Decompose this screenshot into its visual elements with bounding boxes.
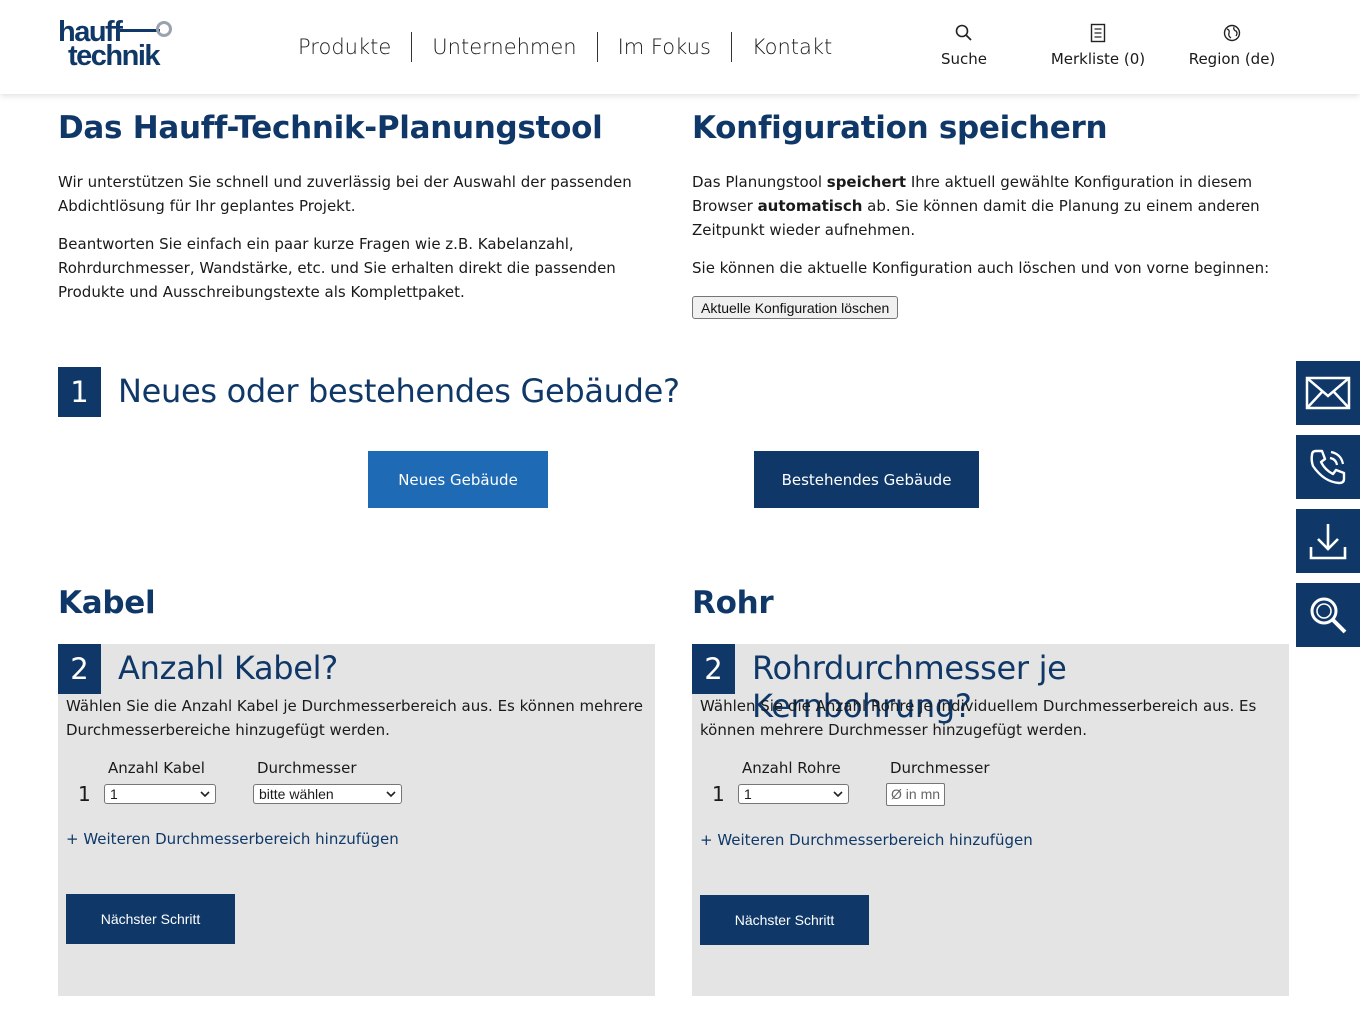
intro-paragraph-2: Beantworten Sie einfach ein paar kurze F… xyxy=(58,235,616,301)
list-icon xyxy=(1090,22,1106,44)
nav-item-im-fokus[interactable]: Im Fokus xyxy=(598,30,731,64)
download-icon xyxy=(1309,524,1347,560)
globe-icon xyxy=(1223,22,1241,44)
kabel-diameter-select[interactable]: bitte wählen xyxy=(253,784,402,804)
envelope-icon xyxy=(1305,376,1351,410)
rohr-description: Wählen Sie die Anzahl Rohre je individue… xyxy=(700,697,1257,739)
config-title: Konfiguration speichern xyxy=(692,110,1108,146)
side-search[interactable] xyxy=(1296,583,1360,647)
kabel-add-diameter-link[interactable]: + Weiteren Durchmesserbereich hinzufügen xyxy=(66,830,399,848)
existing-building-button[interactable]: Bestehendes Gebäude xyxy=(754,451,979,508)
rohr-diameter-label: Durchmesser xyxy=(890,759,990,777)
phone-icon xyxy=(1310,449,1346,485)
kabel-step-title: Anzahl Kabel? xyxy=(118,649,338,687)
rohr-count-label: Anzahl Rohre xyxy=(742,759,841,777)
rohr-next-step-button[interactable]: Nächster Schritt xyxy=(700,895,869,945)
rohr-diameter-input[interactable]: Ø in mn xyxy=(886,783,945,806)
search-tool[interactable]: Suche xyxy=(933,22,995,68)
region-tool[interactable]: Region (de) xyxy=(1186,22,1278,68)
step-1-number: 1 xyxy=(58,367,101,417)
kabel-heading: Kabel xyxy=(58,585,156,621)
config-paragraph-1: Das Planungstool speichert Ihre aktuell … xyxy=(692,173,1260,239)
hauff-technik-logo[interactable]: hauff technik xyxy=(58,18,198,72)
chevron-down-icon xyxy=(833,791,843,798)
watchlist-tool[interactable]: Merkliste (0) xyxy=(1048,22,1148,68)
main-nav: Produkte Unternehmen Im Fokus Kontakt xyxy=(278,30,852,64)
clear-configuration-button[interactable]: Aktuelle Konfiguration löschen xyxy=(692,296,899,319)
rohr-add-diameter-link[interactable]: + Weiteren Durchmesserbereich hinzufügen xyxy=(700,831,1033,849)
side-contact-phone[interactable] xyxy=(1296,435,1360,499)
rohr-step-number: 2 xyxy=(692,644,735,694)
search-icon xyxy=(954,22,974,44)
nav-item-kontakt[interactable]: Kontakt xyxy=(732,30,852,64)
kabel-count-select[interactable]: 1 xyxy=(104,784,216,804)
chevron-down-icon xyxy=(386,791,396,798)
kabel-next-step-button[interactable]: Nächster Schritt xyxy=(66,894,235,944)
nav-item-produkte[interactable]: Produkte xyxy=(278,30,411,64)
step-1-title: Neues oder bestehendes Gebäude? xyxy=(118,372,680,410)
kabel-diameter-label: Durchmesser xyxy=(257,759,357,777)
kabel-count-label: Anzahl Kabel xyxy=(108,759,205,777)
intro-title: Das Hauff-Technik-Planungstool xyxy=(58,110,603,146)
watchlist-label: Merkliste (0) xyxy=(1050,50,1146,68)
search-label: Suche xyxy=(940,50,987,68)
kabel-description: Wählen Sie die Anzahl Kabel je Durchmess… xyxy=(66,697,643,739)
side-download[interactable] xyxy=(1296,509,1360,573)
kabel-panel: 2 Anzahl Kabel? Wählen Sie die Anzahl Ka… xyxy=(58,644,655,996)
kabel-row-number: 1 xyxy=(78,782,91,806)
site-header: hauff technik Produkte Unternehmen Im Fo… xyxy=(0,0,1360,94)
side-contact-mail[interactable] xyxy=(1296,361,1360,425)
nav-item-unternehmen[interactable]: Unternehmen xyxy=(412,30,596,64)
region-label: Region (de) xyxy=(1188,50,1276,68)
logo-bar xyxy=(120,29,160,32)
rohr-count-select[interactable]: 1 xyxy=(738,784,849,804)
config-paragraph-2: Sie können die aktuelle Konfiguration au… xyxy=(692,259,1270,277)
new-building-button[interactable]: Neues Gebäude xyxy=(368,451,548,508)
logo-line-2: technik xyxy=(68,40,161,72)
kabel-step-number: 2 xyxy=(58,644,101,694)
rohr-heading: Rohr xyxy=(692,585,774,621)
logo-circle xyxy=(156,21,172,37)
magnifier-icon xyxy=(1310,597,1347,634)
rohr-row-number: 1 xyxy=(712,782,725,806)
intro-paragraph-1: Wir unterstützen Sie schnell und zuverlä… xyxy=(58,173,632,215)
chevron-down-icon xyxy=(200,791,210,798)
rohr-panel: 2 Rohrdurchmesser je Kernbohrung? Wählen… xyxy=(692,644,1289,996)
